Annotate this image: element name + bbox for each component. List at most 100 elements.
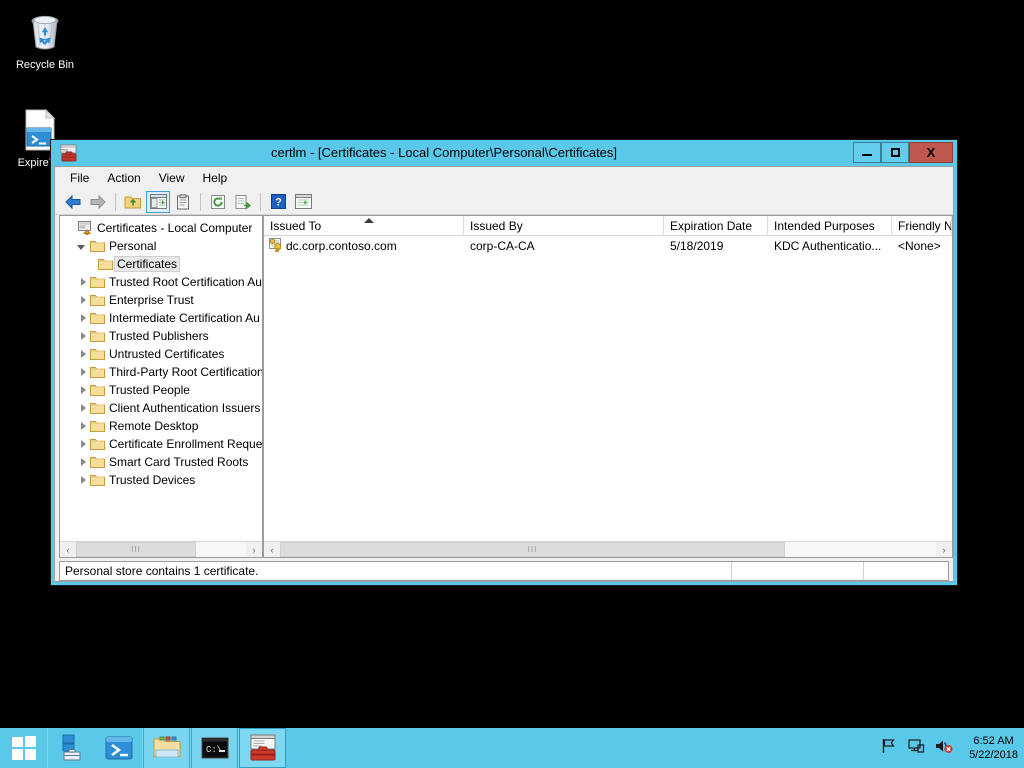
cell-friendly-name[interactable]: <None>	[892, 239, 952, 253]
window-controls[interactable]: X	[853, 142, 953, 163]
desktop[interactable]: Recycle Bin ExpireTe	[0, 0, 1024, 728]
column-header-issued-by[interactable]: Issued By	[464, 216, 664, 235]
tree-horizontal-scrollbar[interactable]: ‹ III ›	[60, 541, 262, 557]
tree-node-enterprise-trust[interactable]: Enterprise Trust	[60, 291, 262, 309]
tree-node-root[interactable]: Certificates - Local Computer	[60, 219, 262, 237]
volume-muted-icon[interactable]	[934, 737, 954, 760]
menubar[interactable]: File Action View Help	[55, 167, 953, 189]
certlm-window[interactable]: certlm - [Certificates - Local Computer\…	[50, 139, 958, 586]
tree-node-trusted-people[interactable]: Trusted People	[60, 381, 262, 399]
tree-node-third-party-root-ca[interactable]: Third-Party Root Certification	[60, 363, 262, 381]
column-header-issued-to[interactable]: Issued To	[264, 216, 464, 235]
cell-expiration-date[interactable]: 5/18/2019	[664, 239, 768, 253]
expander-open-icon[interactable]	[74, 243, 88, 250]
expander-closed-icon[interactable]	[74, 404, 88, 412]
tree-node-certificate-enrollment-requests[interactable]: Certificate Enrollment Reques	[60, 435, 262, 453]
column-header-expiration-date[interactable]: Expiration Date	[664, 216, 768, 235]
certificates-list[interactable]: dc.corp.contoso.com corp-CA-CA 5/18/2019…	[264, 236, 952, 541]
scroll-track[interactable]: III	[280, 542, 936, 557]
tree-node-label: Trusted People	[106, 383, 193, 397]
tree-node-trusted-devices[interactable]: Trusted Devices	[60, 471, 262, 489]
forward-icon[interactable]	[86, 191, 110, 213]
expander-closed-icon[interactable]	[74, 476, 88, 484]
maximize-button[interactable]	[881, 142, 909, 163]
menu-view[interactable]: View	[150, 169, 194, 187]
show-hide-console-tree-icon[interactable]	[146, 191, 170, 213]
minimize-button[interactable]	[853, 142, 881, 163]
scroll-thumb[interactable]: III	[280, 542, 785, 557]
tree-node-untrusted-certificates[interactable]: Untrusted Certificates	[60, 345, 262, 363]
expander-closed-icon[interactable]	[74, 458, 88, 466]
expander-closed-icon[interactable]	[74, 332, 88, 340]
scroll-thumb[interactable]: III	[76, 542, 196, 557]
tree-node-label: Remote Desktop	[106, 419, 201, 433]
expander-closed-icon[interactable]	[74, 296, 88, 304]
window-client-area: File Action View Help	[54, 166, 954, 582]
clock[interactable]: 6:52 AM 5/22/2018	[963, 734, 1018, 762]
scroll-right-arrow[interactable]: ›	[246, 542, 262, 557]
window-titlebar[interactable]: certlm - [Certificates - Local Computer\…	[51, 140, 957, 166]
scroll-right-arrow[interactable]: ›	[936, 542, 952, 557]
list-header-row[interactable]: Issued To Issued By Expiration Date Inte…	[264, 216, 952, 236]
menu-file[interactable]: File	[61, 169, 98, 187]
menu-help[interactable]: Help	[194, 169, 237, 187]
view-options-icon[interactable]	[291, 191, 315, 213]
folder-icon	[88, 312, 106, 325]
taskbar-item-command-prompt[interactable]: C:\	[191, 728, 238, 768]
column-header-intended-purposes[interactable]: Intended Purposes	[768, 216, 892, 235]
toolbar[interactable]: ?	[55, 189, 953, 215]
tree-node-trusted-publishers[interactable]: Trusted Publishers	[60, 327, 262, 345]
refresh-icon[interactable]	[206, 191, 230, 213]
tree-node-certificates[interactable]: Certificates	[60, 255, 262, 273]
console-tree-pane[interactable]: Certificates - Local Computer Personal	[59, 215, 263, 558]
tree-node-remote-desktop[interactable]: Remote Desktop	[60, 417, 262, 435]
cell-text: dc.corp.contoso.com	[286, 239, 397, 253]
taskbar-item-server-manager[interactable]	[48, 728, 95, 768]
menu-action[interactable]: Action	[98, 169, 149, 187]
scroll-left-arrow[interactable]: ‹	[264, 542, 280, 557]
tree-node-smart-card-trusted-roots[interactable]: Smart Card Trusted Roots	[60, 453, 262, 471]
up-one-level-icon[interactable]	[121, 191, 145, 213]
back-icon[interactable]	[61, 191, 85, 213]
close-button[interactable]: X	[909, 142, 953, 163]
cell-issued-by[interactable]: corp-CA-CA	[464, 239, 664, 253]
expander-closed-icon[interactable]	[74, 278, 88, 286]
tree-node-client-authentication-issuers[interactable]: Client Authentication Issuers	[60, 399, 262, 417]
taskbar-item-file-explorer[interactable]	[143, 728, 190, 768]
network-icon[interactable]	[907, 737, 925, 760]
start-button[interactable]	[0, 728, 47, 768]
export-list-icon[interactable]	[231, 191, 255, 213]
expander-closed-icon[interactable]	[74, 440, 88, 448]
properties-icon[interactable]	[171, 191, 195, 213]
tree-node-intermediate-ca[interactable]: Intermediate Certification Au	[60, 309, 262, 327]
expander-closed-icon[interactable]	[74, 368, 88, 376]
expander-closed-icon[interactable]	[74, 314, 88, 322]
tree-node-personal[interactable]: Personal	[60, 237, 262, 255]
taskbar-item-certlm[interactable]	[239, 728, 286, 768]
console-tree[interactable]: Certificates - Local Computer Personal	[60, 216, 262, 541]
action-center-flag-icon[interactable]	[880, 737, 898, 760]
toolbar-separator	[260, 193, 261, 211]
taskbar-item-powershell[interactable]	[95, 728, 142, 768]
tree-node-label: Trusted Devices	[106, 473, 198, 487]
scroll-track[interactable]: III	[76, 542, 246, 557]
toolbar-separator	[115, 193, 116, 211]
table-row[interactable]: dc.corp.contoso.com corp-CA-CA 5/18/2019…	[264, 236, 952, 256]
folder-icon	[96, 258, 114, 271]
cell-issued-to[interactable]: dc.corp.contoso.com	[264, 238, 464, 255]
desktop-icon-recycle-bin[interactable]: Recycle Bin	[6, 8, 84, 72]
tree-node-trusted-root-ca[interactable]: Trusted Root Certification Au	[60, 273, 262, 291]
tree-node-label: Third-Party Root Certification	[106, 365, 262, 379]
expander-closed-icon[interactable]	[74, 386, 88, 394]
folder-icon	[88, 366, 106, 379]
help-icon[interactable]: ?	[266, 191, 290, 213]
scroll-left-arrow[interactable]: ‹	[60, 542, 76, 557]
certificates-list-pane[interactable]: Issued To Issued By Expiration Date Inte…	[263, 215, 953, 558]
column-header-friendly-name[interactable]: Friendly N	[892, 216, 952, 235]
system-tray[interactable]: 6:52 AM 5/22/2018	[880, 728, 1024, 768]
list-horizontal-scrollbar[interactable]: ‹ III ›	[264, 541, 952, 557]
cell-intended-purposes[interactable]: KDC Authenticatio...	[768, 239, 892, 253]
taskbar[interactable]: C:\	[0, 728, 1024, 768]
expander-closed-icon[interactable]	[74, 350, 88, 358]
expander-closed-icon[interactable]	[74, 422, 88, 430]
